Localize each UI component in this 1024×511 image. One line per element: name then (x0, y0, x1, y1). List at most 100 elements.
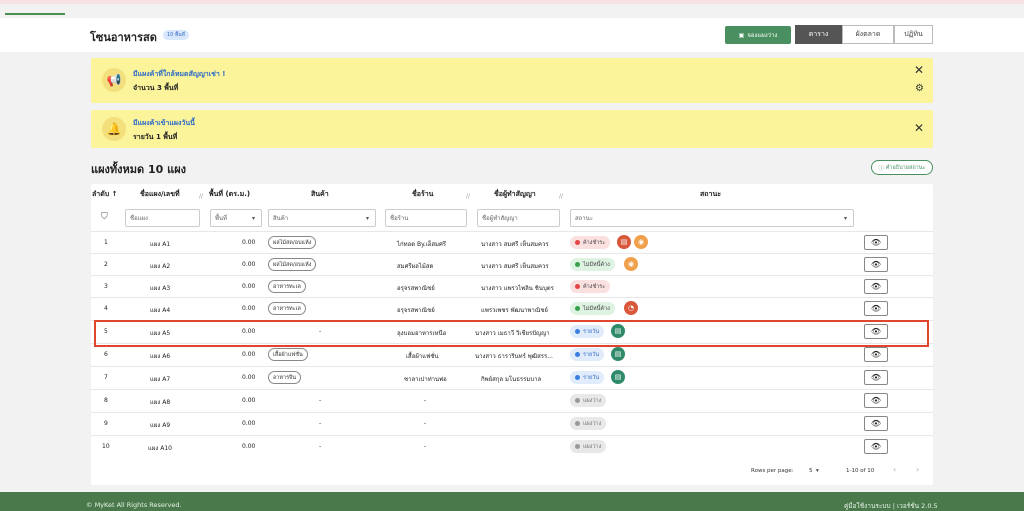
goods-filter-select[interactable]: สินค้า ▾ (268, 209, 376, 227)
eye-icon[interactable]: 👁 (864, 439, 888, 454)
goods-tag: อาหารจีน (268, 371, 302, 384)
col-status[interactable]: สถานะ (700, 189, 721, 200)
book-stall-button[interactable]: ▣ จองแผงว่าง (725, 26, 791, 44)
shop-filter-input[interactable]: ชื่อร้าน (385, 209, 467, 227)
col-tenant[interactable]: ชื่อผู้ทำสัญญา (494, 189, 536, 200)
col-order[interactable]: ลำดับ ↑ (92, 189, 118, 200)
col-area[interactable]: พื้นที่ (ตร.ม.) (209, 189, 250, 200)
manual-version-link[interactable]: คู่มือใช้งานระบบ | เวอร์ชั่น 2.0.5 (844, 501, 938, 511)
stall-name: แผง A10 (148, 445, 172, 452)
invoice-icon[interactable]: ▤ (617, 235, 631, 249)
table-row[interactable]: 7 แผง A7 0.00 อาหารจีน ซาลาเปาท่านพ่อ กิ… (91, 366, 933, 388)
table-row[interactable]: 2 แผง A2 0.00 ผลไม้สด/อบแห้ง สมศรีผลไม้ส… (91, 253, 933, 275)
filter-icon[interactable]: ⛉ (101, 212, 108, 222)
table-row[interactable]: 3 แผง A3 0.00 อาหารทะเล อรุจรสพาณิชย์ นา… (91, 275, 933, 297)
close-icon[interactable]: ✕ (914, 121, 924, 135)
row-number: 7 (104, 374, 108, 381)
tenant-name: นางสาว สมศรี เห็นสมควร (481, 263, 549, 270)
top-accent-bar (0, 0, 1024, 4)
column-resize-handle[interactable]: ∕∕ (466, 193, 470, 200)
chevron-down-icon: ▾ (365, 214, 369, 222)
prev-page-icon[interactable]: ‹ (893, 465, 896, 474)
col-shop[interactable]: ชื่อร้าน (412, 189, 433, 200)
status-badge: แผงว่าง (570, 394, 607, 407)
page-title: โซนอาหารสด (90, 31, 157, 44)
area-filter-select[interactable]: พื้นที่ ▾ (210, 209, 262, 227)
area-count-badge: 10 พื้นที่ (163, 30, 189, 40)
receipt-icon[interactable]: ▤ (611, 347, 625, 361)
area-filter-placeholder: พื้นที่ (215, 215, 228, 222)
meal-icon[interactable]: ◔ (624, 301, 638, 315)
col-stall[interactable]: ชื่อแผง/เลขที่ (140, 189, 180, 200)
stall-name: แผง A9 (150, 422, 171, 429)
status-filter-placeholder: สถานะ (575, 215, 593, 222)
goods-tag: ผลไม้สด/อบแห้ง (268, 258, 317, 271)
col-goods[interactable]: สินค้า (311, 189, 329, 200)
stall-area: 0.00 (242, 443, 256, 450)
status-help-label: คำอธิบายสถานะ (885, 164, 926, 171)
banner-title: มีแผงค้าที่ใกล้หมดสัญญาเช่า ! (133, 70, 226, 78)
stall-name: แผง A4 (150, 307, 171, 314)
coin-icon[interactable]: ◉ (624, 257, 638, 271)
eye-icon[interactable]: 👁 (864, 393, 888, 408)
status-badge: ค้างชำระ (570, 280, 611, 293)
column-resize-handle[interactable]: ∕∕ (199, 193, 203, 200)
coin-icon[interactable]: ◉ (634, 235, 648, 249)
table-row[interactable]: 9 แผง A9 0.00 - - แผงว่าง 👁 (91, 412, 933, 434)
chevron-down-icon: ▾ (816, 468, 819, 474)
rows-per-page-label: Rows per page: (751, 468, 794, 474)
eye-icon[interactable]: 👁 (864, 301, 888, 316)
close-icon[interactable]: ✕ (914, 63, 924, 77)
row-number: 9 (104, 420, 108, 427)
status-help-button[interactable]: ⓘ คำอธิบายสถานะ (871, 160, 933, 175)
next-page-icon[interactable]: › (916, 465, 919, 474)
eye-icon[interactable]: 👁 (864, 416, 888, 431)
tab-market-map[interactable]: ผังตลาด (842, 25, 894, 44)
receipt-icon[interactable]: ▤ (611, 370, 625, 384)
table-row[interactable]: 4 แผง A4 0.00 อาหารทะเล อรุจรสพาณิชย์ แพ… (91, 297, 933, 319)
column-resize-handle[interactable]: ∕∕ (559, 193, 563, 200)
selected-row-highlight (94, 320, 929, 347)
eye-icon[interactable]: 👁 (864, 235, 888, 250)
status-filter-select[interactable]: สถานะ ▾ (570, 209, 854, 227)
table-row[interactable]: 1 แผง A1 0.00 ผลไม้สด/อบแห้ง ไก่ทอด By.เ… (91, 231, 933, 253)
gear-icon[interactable]: ⚙ (915, 83, 924, 94)
goods-tag: เสื้อผ้าแฟชั่น (268, 348, 308, 361)
stall-name: แผง A8 (150, 399, 171, 406)
tab-calendar[interactable]: ปฏิทิน (894, 25, 933, 44)
stall-area: 0.00 (242, 420, 256, 427)
eye-icon[interactable]: 👁 (864, 347, 888, 362)
status-badge: แผงว่าง (570, 417, 607, 430)
stall-area: 0.00 (242, 374, 256, 381)
banner-title: มีแผงค้าเข้าแผงวันนี้ (133, 119, 195, 127)
goods-filter-placeholder: สินค้า (273, 215, 289, 222)
goods-tag: อาหารทะเล (268, 302, 306, 315)
eye-icon[interactable]: 👁 (864, 370, 888, 385)
tenant-filter-input[interactable]: ชื่อผู้ทำสัญญา (477, 209, 560, 227)
status-badge: ค้างชำระ (570, 236, 611, 249)
megaphone-icon: 📢 (102, 68, 126, 92)
stall-area: 0.00 (242, 239, 256, 246)
goods-empty: - (319, 397, 322, 404)
section-title: แผงทั้งหมด 10 แผง (91, 163, 187, 176)
banner-subtitle: รายวัน 1 พื้นที่ (133, 133, 178, 141)
goods-tag: ผลไม้สด/อบแห้ง (268, 236, 317, 249)
tenant-name: นางสาว สมศรี เห็นสมควร (481, 241, 549, 248)
rows-per-page-select[interactable]: 5 ▾ (809, 468, 819, 474)
goods-empty: - (319, 420, 322, 427)
stall-filter-placeholder: ชื่อแผง (130, 215, 148, 222)
stall-area: 0.00 (242, 305, 256, 312)
stall-filter-input[interactable]: ชื่อแผง (125, 209, 200, 227)
tenant-filter-placeholder: ชื่อผู้ทำสัญญา (482, 215, 518, 222)
table-row[interactable]: 10 แผง A10 0.00 - - แผงว่าง 👁 (91, 435, 933, 457)
row-number: 4 (104, 305, 108, 312)
row-number: 3 (104, 283, 108, 290)
eye-icon[interactable]: 👁 (864, 257, 888, 272)
table-row[interactable]: 8 แผง A8 0.00 - - แผงว่าง 👁 (91, 389, 933, 411)
footer: © MyKet All Rights Reserved. คู่มือใช้งา… (0, 492, 1024, 511)
row-number: 6 (104, 351, 108, 358)
shop-name: ซาลาเปาท่านพ่อ (404, 376, 447, 383)
tab-table-view[interactable]: ตาราง (795, 25, 842, 44)
bell-icon: 🔔 (102, 117, 126, 141)
eye-icon[interactable]: 👁 (864, 279, 888, 294)
